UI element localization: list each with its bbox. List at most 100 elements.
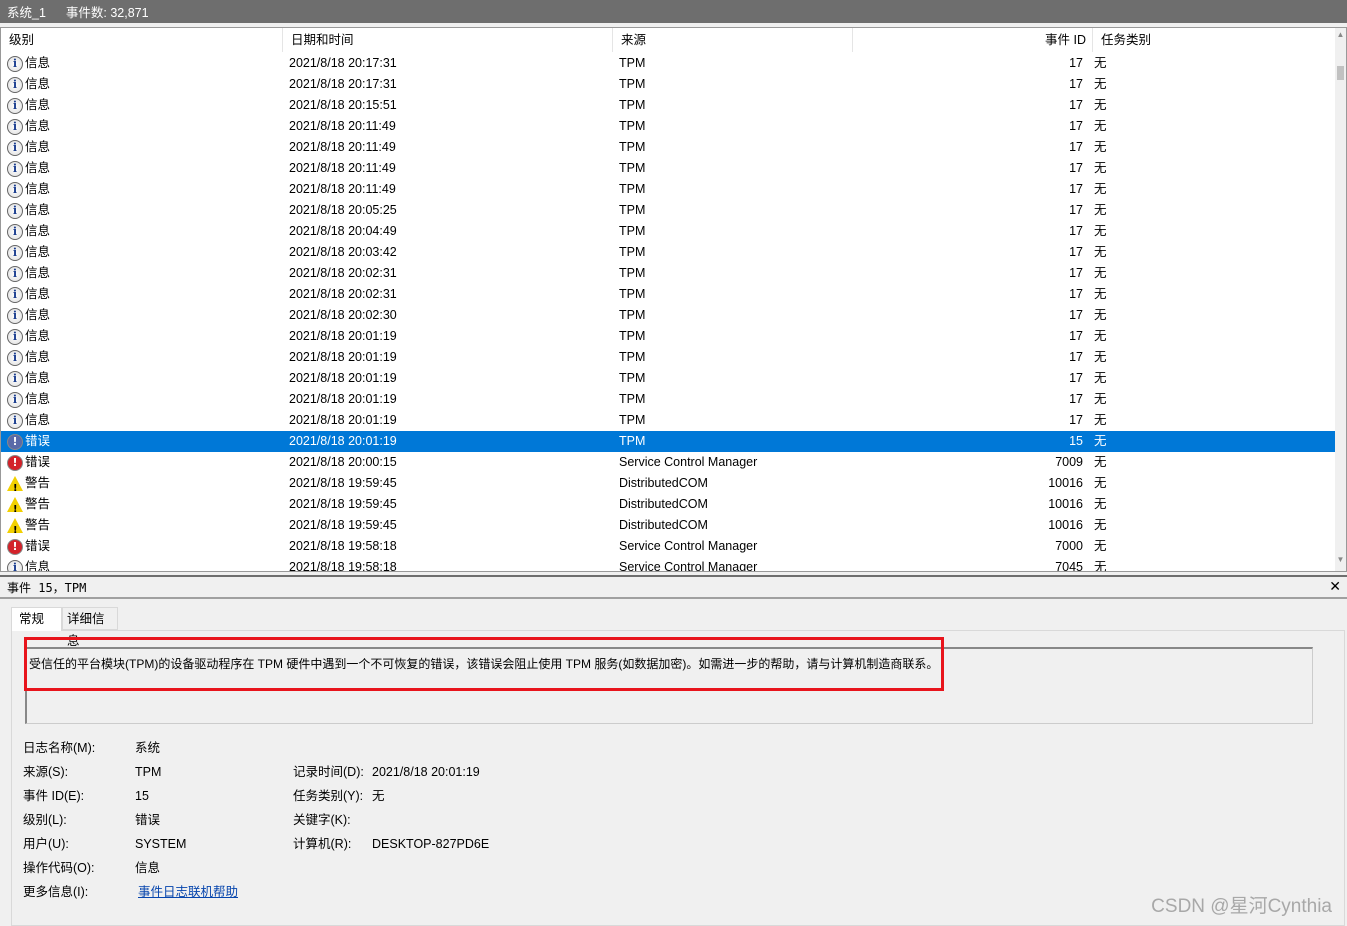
table-row[interactable]: i 信息 2021/8/18 20:17:31 TPM 17 无: [1, 74, 1336, 95]
table-row[interactable]: ! 警告 2021/8/18 19:59:45 DistributedCOM 10016…: [1, 473, 1336, 494]
table-row[interactable]: i 信息 2021/8/18 20:11:49 TPM 17 无: [1, 179, 1336, 200]
task-category-cell: 无: [1094, 308, 1107, 322]
info-icon: i: [7, 265, 23, 282]
info-icon: i: [7, 559, 23, 571]
level-cell: 信息: [25, 329, 51, 343]
datetime-cell: 2021/8/18 20:02:30: [289, 308, 397, 322]
event-id-cell: 17: [1069, 329, 1083, 343]
datetime-cell: 2021/8/18 20:05:25: [289, 203, 397, 217]
source-cell: TPM: [619, 77, 646, 91]
table-row[interactable]: ! 错误 2021/8/18 20:01:19 TPM 15 无: [1, 431, 1336, 452]
log-name-value: 系统: [135, 741, 161, 755]
event-id-label: 事件 ID(E):: [23, 789, 85, 803]
info-icon: i: [7, 76, 23, 93]
tab-general[interactable]: 常规: [11, 607, 62, 631]
task-value: 无: [372, 789, 385, 803]
online-help-link[interactable]: 事件日志联机帮助: [138, 885, 238, 899]
source-cell: TPM: [619, 371, 646, 385]
table-row[interactable]: i 信息 2021/8/18 20:15:51 TPM 17 无: [1, 95, 1336, 116]
event-id-cell: 7009: [1055, 455, 1083, 469]
table-row[interactable]: i 信息 2021/8/18 20:02:30 TPM 17 无: [1, 305, 1336, 326]
source-value: TPM: [135, 765, 162, 779]
task-category-cell: 无: [1094, 455, 1107, 469]
source-cell: TPM: [619, 392, 646, 406]
table-row[interactable]: i 信息 2021/8/18 20:03:42 TPM 17 无: [1, 242, 1336, 263]
level-label: 级别(L):: [23, 813, 67, 827]
event-id-cell: 17: [1069, 98, 1083, 112]
source-cell: TPM: [619, 245, 646, 259]
info-icon: i: [7, 412, 23, 429]
scroll-thumb[interactable]: [1337, 66, 1344, 80]
table-row[interactable]: i 信息 2021/8/18 20:17:31 TPM 17 无: [1, 53, 1336, 74]
tab-details[interactable]: 详细信息: [62, 607, 118, 648]
column-event-id[interactable]: 事件 ID: [853, 28, 1093, 52]
logged-value: 2021/8/18 20:01:19: [372, 765, 480, 779]
level-cell: 信息: [25, 308, 51, 322]
datetime-cell: 2021/8/18 19:59:45: [289, 476, 397, 490]
event-id-cell: 10016: [1048, 518, 1083, 532]
level-cell: 信息: [25, 560, 51, 572]
level-cell: 信息: [25, 350, 51, 364]
event-id-cell: 17: [1069, 350, 1083, 364]
event-list[interactable]: 级别 日期和时间 来源 事件 ID 任务类别 i 信息 2021/8/18 20:1…: [0, 27, 1347, 572]
task-category-cell: 无: [1094, 203, 1107, 217]
log-title-bar: 系统_1 事件数: 32,871: [0, 0, 1347, 23]
column-source[interactable]: 来源: [613, 28, 853, 52]
datetime-cell: 2021/8/18 20:01:19: [289, 329, 397, 343]
table-row[interactable]: i 信息 2021/8/18 20:05:25 TPM 17 无: [1, 200, 1336, 221]
vertical-scrollbar[interactable]: ▲ ▼: [1335, 28, 1346, 571]
table-row[interactable]: ! 错误 2021/8/18 19:58:18 Service Control Man…: [1, 536, 1336, 557]
source-cell: TPM: [619, 224, 646, 238]
source-cell: TPM: [619, 182, 646, 196]
close-icon[interactable]: ✕: [1329, 579, 1341, 595]
level-cell: 警告: [25, 518, 51, 532]
column-datetime[interactable]: 日期和时间: [283, 28, 613, 52]
event-id-cell: 17: [1069, 392, 1083, 406]
table-row[interactable]: i 信息 2021/8/18 20:04:49 TPM 17 无: [1, 221, 1336, 242]
table-row[interactable]: i 信息 2021/8/18 20:01:19 TPM 17 无: [1, 347, 1336, 368]
table-row[interactable]: ! 警告 2021/8/18 19:59:45 DistributedCOM 10016…: [1, 494, 1336, 515]
datetime-cell: 2021/8/18 19:59:45: [289, 497, 397, 511]
task-category-cell: 无: [1094, 392, 1107, 406]
task-category-cell: 无: [1094, 77, 1107, 91]
task-category-cell: 无: [1094, 140, 1107, 154]
level-cell: 信息: [25, 182, 51, 196]
source-cell: Service Control Manager: [619, 539, 758, 553]
task-category-cell: 无: [1094, 497, 1107, 511]
table-row[interactable]: i 信息 2021/8/18 20:01:19 TPM 17 无: [1, 368, 1336, 389]
table-row[interactable]: i 信息 2021/8/18 20:01:19 TPM 17 无: [1, 389, 1336, 410]
event-rows: i 信息 2021/8/18 20:17:31 TPM 17 无 i 信息 2021/8/18 …: [1, 53, 1336, 572]
datetime-cell: 2021/8/18 20:17:31: [289, 77, 397, 91]
task-category-cell: 无: [1094, 119, 1107, 133]
column-task-category[interactable]: 任务类别: [1093, 28, 1336, 52]
scroll-up-icon[interactable]: ▲: [1335, 30, 1346, 44]
source-cell: TPM: [619, 413, 646, 427]
table-row[interactable]: i 信息 2021/8/18 20:02:31 TPM 17 无: [1, 263, 1336, 284]
scroll-down-icon[interactable]: ▼: [1335, 555, 1346, 569]
datetime-cell: 2021/8/18 20:01:19: [289, 434, 397, 448]
event-id-cell: 10016: [1048, 497, 1083, 511]
table-row[interactable]: i 信息 2021/8/18 19:58:18 Service Control Man…: [1, 557, 1336, 572]
level-cell: 错误: [25, 539, 51, 553]
table-row[interactable]: i 信息 2021/8/18 20:02:31 TPM 17 无: [1, 284, 1336, 305]
table-row[interactable]: ! 错误 2021/8/18 20:00:15 Service Control Man…: [1, 452, 1336, 473]
column-level[interactable]: 级别: [1, 28, 283, 52]
event-id-cell: 17: [1069, 140, 1083, 154]
source-cell: TPM: [619, 350, 646, 364]
table-row[interactable]: i 信息 2021/8/18 20:11:49 TPM 17 无: [1, 116, 1336, 137]
datetime-cell: 2021/8/18 20:11:49: [289, 161, 396, 175]
keywords-label: 关键字(K):: [293, 813, 351, 827]
datetime-cell: 2021/8/18 20:03:42: [289, 245, 397, 259]
table-row[interactable]: i 信息 2021/8/18 20:11:49 TPM 17 无: [1, 137, 1336, 158]
table-row[interactable]: i 信息 2021/8/18 20:01:19 TPM 17 无: [1, 326, 1336, 347]
datetime-cell: 2021/8/18 19:59:45: [289, 518, 397, 532]
datetime-cell: 2021/8/18 19:58:18: [289, 539, 397, 553]
table-row[interactable]: i 信息 2021/8/18 20:11:49 TPM 17 无: [1, 158, 1336, 179]
log-name-label: 日志名称(M):: [23, 741, 96, 755]
watermark: CSDN @星河Cynthia: [1151, 896, 1332, 917]
table-row[interactable]: i 信息 2021/8/18 20:01:19 TPM 17 无: [1, 410, 1336, 431]
datetime-cell: 2021/8/18 20:01:19: [289, 371, 397, 385]
computer-label: 计算机(R):: [293, 837, 352, 851]
table-row[interactable]: ! 警告 2021/8/18 19:59:45 DistributedCOM 10016…: [1, 515, 1336, 536]
event-id-cell: 17: [1069, 224, 1083, 238]
